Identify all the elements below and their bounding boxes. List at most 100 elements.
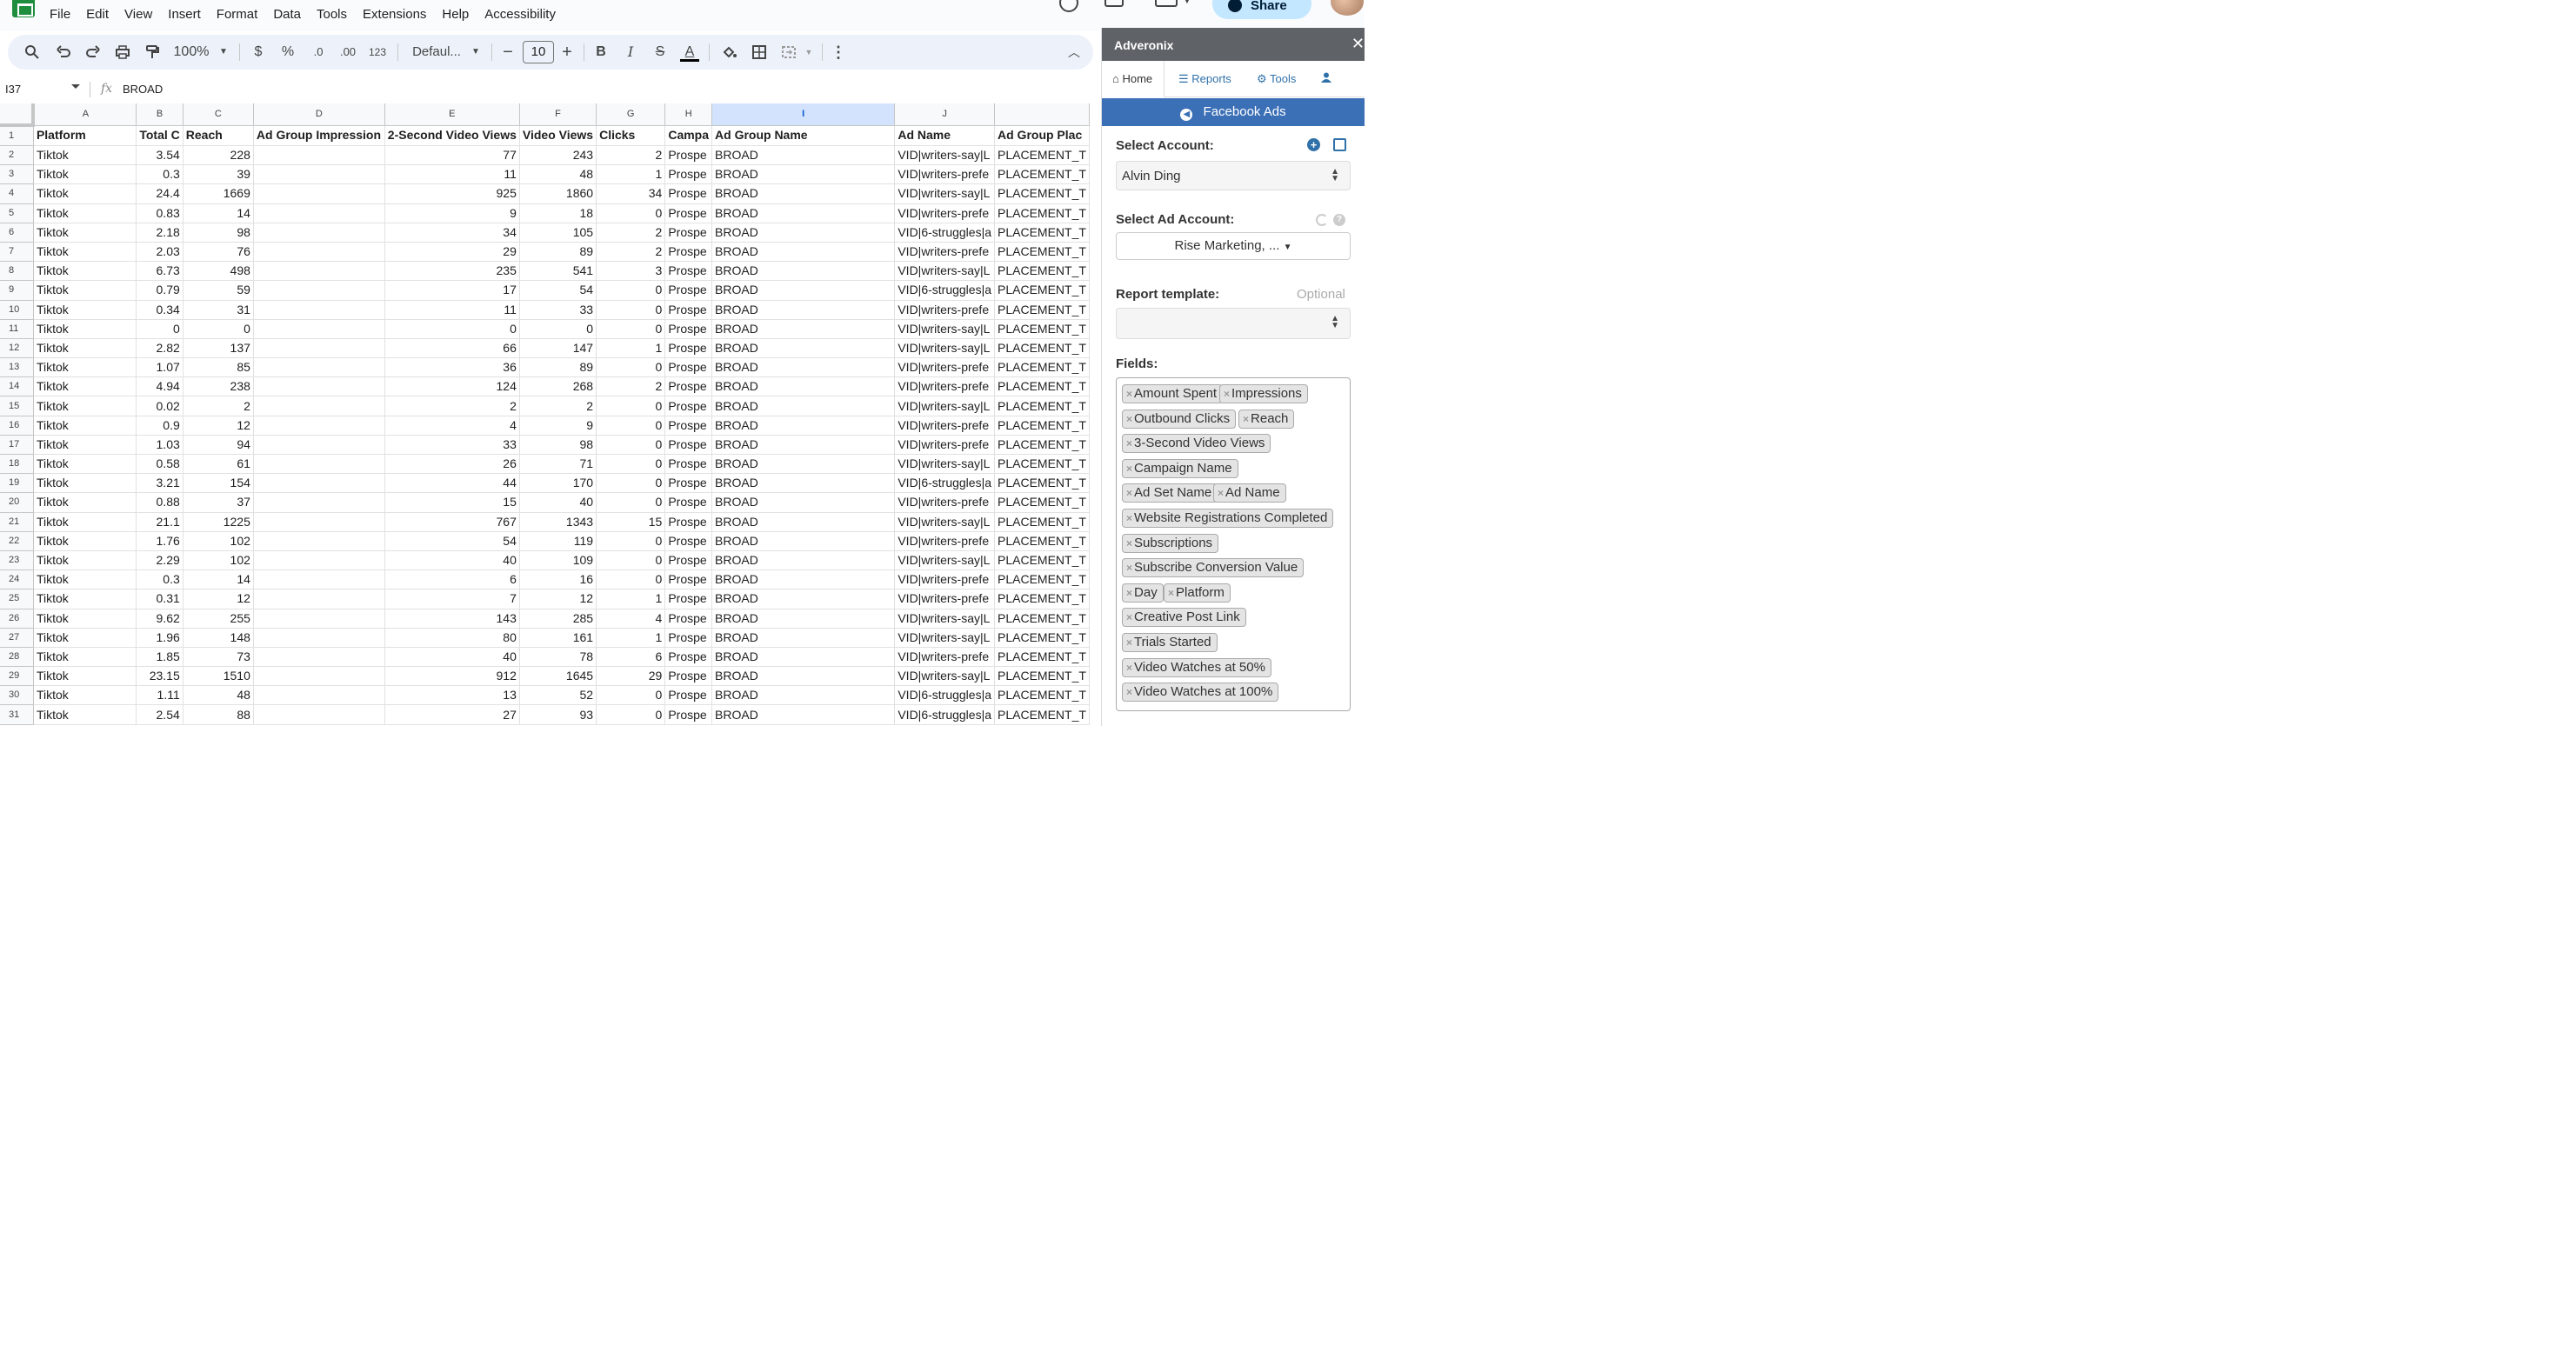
cell[interactable]: 76 xyxy=(183,242,254,263)
cell[interactable]: PLACEMENT_T xyxy=(994,628,1090,648)
cell[interactable]: PLACEMENT_T xyxy=(994,300,1090,320)
cell[interactable]: PLACEMENT_T xyxy=(994,203,1090,223)
cell[interactable]: Ad Group Impression xyxy=(253,125,385,146)
select-all-corner[interactable] xyxy=(0,103,36,127)
borders-icon[interactable] xyxy=(749,35,770,70)
cell[interactable]: PLACEMENT_T xyxy=(994,319,1090,339)
field-chip[interactable]: × Subscribe Conversion Value xyxy=(1122,558,1305,578)
row-number[interactable]: 11 xyxy=(0,319,34,339)
refresh-icon[interactable] xyxy=(1316,214,1328,226)
nav-reports-tab[interactable]: ☰ Reports xyxy=(1178,72,1231,86)
cell[interactable]: PLACEMENT_T xyxy=(994,492,1090,513)
cell[interactable]: 15 xyxy=(384,492,520,513)
cell[interactable]: PLACEMENT_T xyxy=(994,416,1090,436)
cell[interactable] xyxy=(253,319,385,339)
avatar[interactable] xyxy=(1331,0,1364,16)
cell[interactable]: 102 xyxy=(183,550,254,571)
field-chip[interactable]: × Trials Started xyxy=(1122,633,1218,652)
cell[interactable]: 6 xyxy=(384,569,520,590)
cell[interactable]: VID|writers-say|L xyxy=(894,454,995,475)
column-header[interactable]: A xyxy=(33,103,137,126)
cell[interactable]: Tiktok xyxy=(33,647,137,668)
row-number[interactable]: 16 xyxy=(0,416,34,436)
cell[interactable]: VID|writers-prefe xyxy=(894,569,995,590)
cell[interactable]: 9 xyxy=(384,203,520,223)
cell[interactable]: Ad Group Name xyxy=(711,125,896,146)
remove-chip-icon[interactable]: × xyxy=(1126,512,1132,524)
field-chip[interactable]: × Reach xyxy=(1238,409,1295,429)
remove-chip-icon[interactable]: × xyxy=(1126,562,1132,574)
cell[interactable]: 1343 xyxy=(519,512,597,532)
meet-icon[interactable] xyxy=(1155,0,1178,7)
share-button[interactable]: Share xyxy=(1212,0,1311,19)
cell[interactable]: 78 xyxy=(519,647,597,668)
row-number[interactable]: 14 xyxy=(0,376,34,397)
cell[interactable]: 23.15 xyxy=(136,666,184,687)
cell[interactable] xyxy=(253,357,385,378)
field-chip[interactable]: × Outbound Clicks xyxy=(1122,409,1237,429)
cell[interactable]: 40 xyxy=(384,647,520,668)
cell[interactable]: VID|writers-say|L xyxy=(894,145,995,166)
cell[interactable]: Prospe xyxy=(664,280,713,301)
row-number[interactable]: 3 xyxy=(0,164,34,185)
cell[interactable]: 26 xyxy=(384,454,520,475)
cell[interactable] xyxy=(253,164,385,185)
cell[interactable]: Platform xyxy=(33,125,137,146)
cell[interactable]: PLACEMENT_T xyxy=(994,183,1090,204)
cell[interactable]: 498 xyxy=(183,261,254,282)
cell[interactable]: VID|writers-prefe xyxy=(894,531,995,551)
cell[interactable]: 85 xyxy=(183,357,254,378)
cell[interactable]: 54 xyxy=(384,531,520,551)
cell[interactable]: Prospe xyxy=(664,454,713,475)
cell[interactable]: 2.03 xyxy=(136,242,184,263)
cell[interactable]: BROAD xyxy=(711,223,896,243)
cell[interactable]: BROAD xyxy=(711,609,896,629)
cell[interactable]: 14 xyxy=(183,203,254,223)
cell[interactable]: 3 xyxy=(596,261,666,282)
cell[interactable]: PLACEMENT_T xyxy=(994,589,1090,609)
cell[interactable]: Tiktok xyxy=(33,396,137,416)
chevron-down-icon[interactable] xyxy=(71,84,80,89)
cell[interactable]: Prospe xyxy=(664,435,713,456)
cell[interactable]: VID|6-struggles|a xyxy=(894,223,995,243)
row-number[interactable]: 4 xyxy=(0,183,34,204)
account-select[interactable]: Alvin Ding ▲ ▼ xyxy=(1116,161,1351,190)
cell[interactable] xyxy=(253,473,385,494)
row-number[interactable]: 20 xyxy=(0,492,34,513)
cell[interactable]: Prospe xyxy=(664,647,713,668)
remove-chip-icon[interactable]: × xyxy=(1243,413,1249,425)
cell[interactable]: Prospe xyxy=(664,569,713,590)
cell[interactable]: PLACEMENT_T xyxy=(994,223,1090,243)
cell[interactable]: 7 xyxy=(384,589,520,609)
cell[interactable]: 66 xyxy=(384,338,520,359)
cell[interactable]: Prospe xyxy=(664,589,713,609)
cell[interactable]: BROAD xyxy=(711,242,896,263)
cell[interactable]: 2 xyxy=(183,396,254,416)
cell[interactable]: 0.3 xyxy=(136,569,184,590)
cell[interactable]: 34 xyxy=(384,223,520,243)
cell[interactable]: Tiktok xyxy=(33,492,137,513)
cell[interactable]: 238 xyxy=(183,376,254,397)
font-size-input[interactable]: 10 xyxy=(523,41,554,63)
remove-chip-icon[interactable]: × xyxy=(1168,587,1174,599)
row-number[interactable]: 23 xyxy=(0,550,34,571)
cell[interactable]: Tiktok xyxy=(33,319,137,339)
cell[interactable]: 0.9 xyxy=(136,416,184,436)
cell[interactable]: 1669 xyxy=(183,183,254,204)
cell[interactable]: 0 xyxy=(596,300,666,320)
cell[interactable]: 3.54 xyxy=(136,145,184,166)
row-number[interactable]: 10 xyxy=(0,300,34,320)
cell[interactable]: Tiktok xyxy=(33,223,137,243)
cell[interactable]: Ad Group Plac xyxy=(994,125,1090,146)
row-number[interactable]: 24 xyxy=(0,569,34,590)
search-icon[interactable] xyxy=(22,35,43,70)
cell[interactable]: Prospe xyxy=(664,550,713,571)
cell[interactable]: 4.94 xyxy=(136,376,184,397)
cell[interactable]: PLACEMENT_T xyxy=(994,280,1090,301)
cell[interactable]: PLACEMENT_T xyxy=(994,145,1090,166)
column-header[interactable]: J xyxy=(894,103,995,126)
cell[interactable]: 1 xyxy=(596,628,666,648)
cell[interactable]: 228 xyxy=(183,145,254,166)
field-chip[interactable]: × Campaign Name xyxy=(1122,458,1238,478)
cell[interactable]: BROAD xyxy=(711,261,896,282)
